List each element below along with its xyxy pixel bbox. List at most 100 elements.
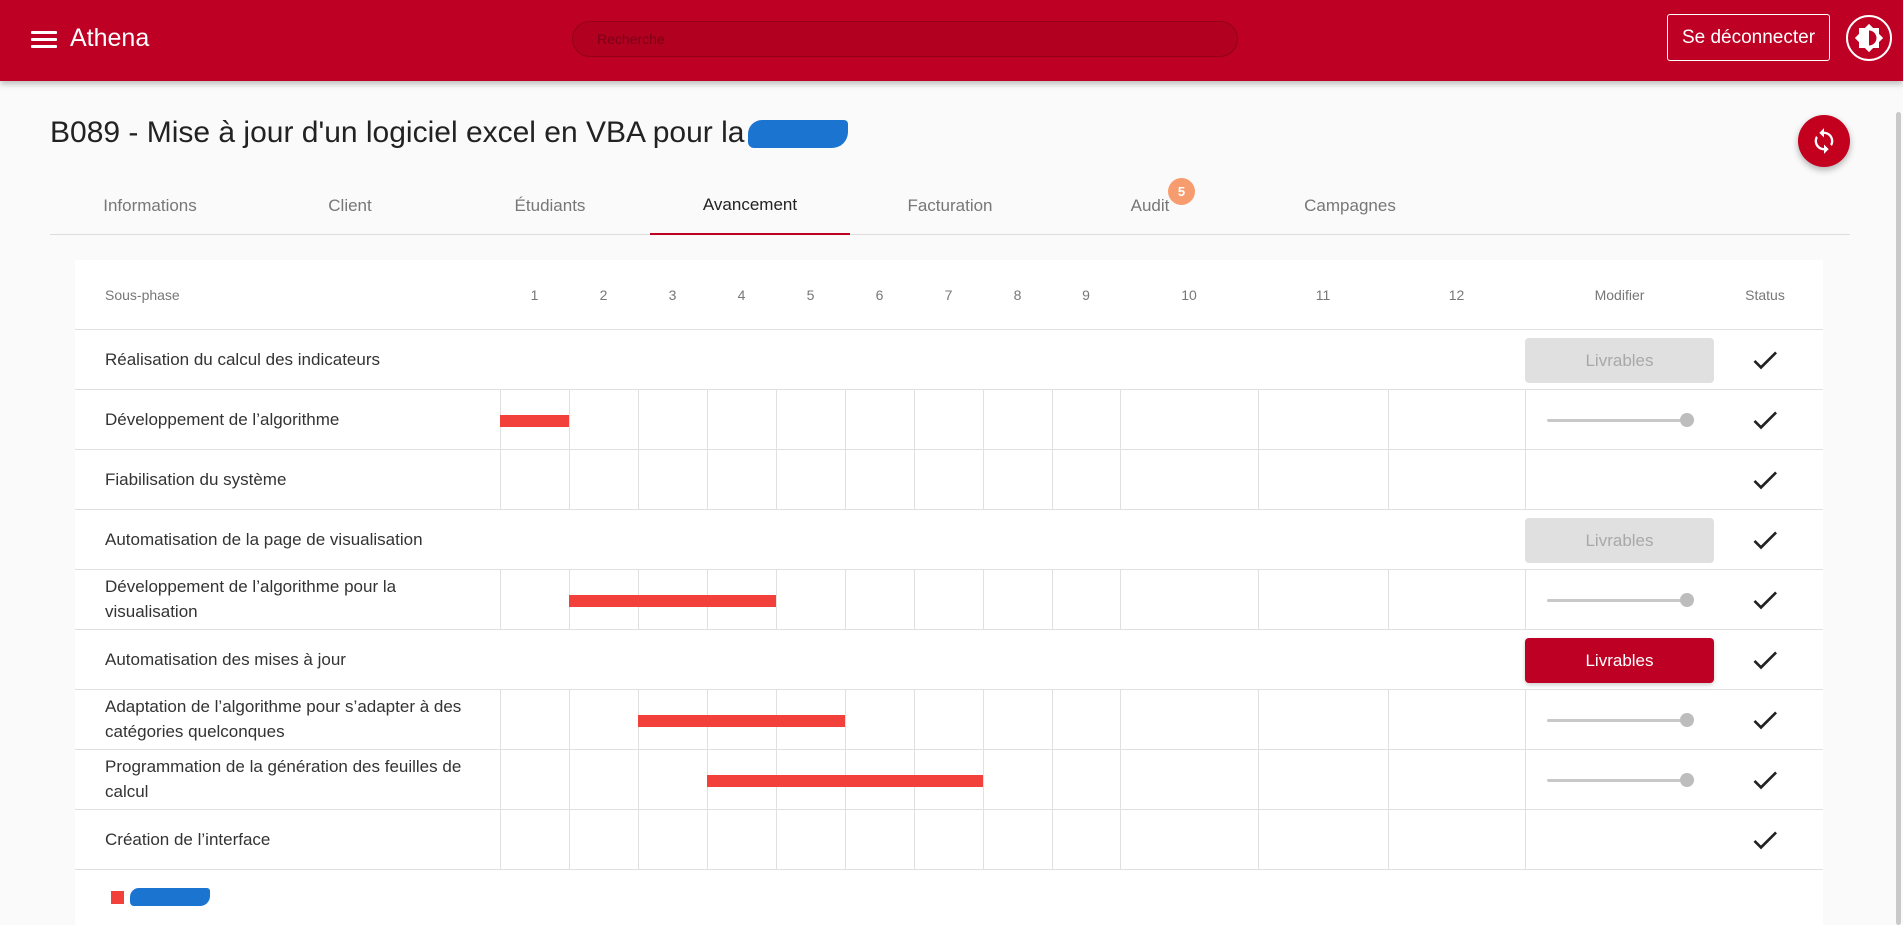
grid-cell [914,810,983,870]
grid-cell [1388,570,1525,630]
progress-slider[interactable] [1547,712,1695,728]
menu-icon[interactable] [31,28,57,50]
grid-cell [1258,450,1388,510]
grid-cell [914,390,983,450]
table-row: Développement de l’algorithme pour la vi… [75,570,1823,630]
slider-thumb[interactable] [1680,773,1694,787]
logout-button[interactable]: Se déconnecter [1667,14,1830,61]
page-title: B089 - Mise à jour d'un logiciel excel e… [50,116,849,150]
page-scrollbar[interactable] [1896,112,1901,925]
legend-swatch [111,890,124,904]
week-header-9: 9 [1082,287,1090,303]
grid-cell [983,810,1052,870]
table-row: Programmation de la génération des feuil… [75,750,1823,810]
slider-thumb[interactable] [1680,413,1694,427]
grid-cell [1052,390,1120,450]
grid-cell [1052,810,1120,870]
tab-bar: Informations Client Étudiants Avancement… [50,177,1850,235]
audit-count-badge: 5 [1168,178,1195,205]
grid-cell [500,450,569,510]
grid-cell [1120,570,1258,630]
week-header-2: 2 [599,287,608,303]
grid-cell [1388,450,1525,510]
grid-cell [914,690,983,750]
progress-slider[interactable] [1547,412,1695,428]
grid-cell [983,750,1052,810]
grid-cell [1525,810,1526,870]
check-icon [1753,651,1777,670]
tab-etudiants[interactable]: Étudiants [450,177,650,235]
row-label: Adaptation de l’algorithme pour s’adapte… [105,697,462,741]
check-icon [1753,771,1777,790]
grid-cell [983,390,1052,450]
grid-cell [569,810,638,870]
refresh-button[interactable] [1798,115,1850,167]
check-icon [1753,411,1777,430]
tab-informations[interactable]: Informations [50,177,250,235]
table-row: Fiabilisation du système [75,450,1823,510]
livrables-button[interactable]: Livrables [1525,638,1714,683]
grid-cell [707,810,776,870]
grid-cell [500,750,569,810]
tab-client[interactable]: Client [250,177,450,235]
grid-cell [1388,390,1525,450]
grid-cell [500,810,569,870]
grid-cell [707,450,776,510]
grid-cell [776,390,845,450]
grid-cell [845,810,914,870]
slider-thumb[interactable] [1680,593,1694,607]
grid-cell [569,690,638,750]
slider-track [1547,719,1687,722]
table-row: Création de l’interface [75,810,1823,870]
tab-avancement[interactable]: Avancement [650,177,850,235]
row-label: Automatisation des mises à jour [105,649,346,669]
gantt-bar [569,595,776,607]
tab-facturation[interactable]: Facturation [850,177,1050,235]
progress-table-card: Sous-phase Modifier Status 1 2 3 4 5 6 7 8 9 10 11… [75,260,1823,925]
status-header: Status [1745,287,1785,303]
table-row: Réalisation du calcul des indicateurs Liv… [75,330,1823,390]
row-label: Automatisation de la page de visualisati… [105,529,423,549]
grid-cell [1120,750,1258,810]
check-icon [1753,351,1777,370]
row-label: Réalisation du calcul des indicateurs [105,349,380,369]
progress-slider[interactable] [1547,772,1695,788]
livrables-button[interactable]: Livrables [1525,338,1714,383]
slider-track [1547,779,1687,782]
legend-label-redacted [130,888,210,906]
grid-cell [1258,750,1388,810]
grid-cell [638,390,707,450]
grid-cell [569,750,638,810]
tab-campagnes[interactable]: Campagnes [1250,177,1450,235]
grid-cell [1525,450,1526,510]
grid-cell [1525,750,1526,810]
redaction-mark [748,120,849,149]
week-header-3: 3 [668,287,677,303]
slider-thumb[interactable] [1680,713,1694,727]
search-input[interactable] [572,21,1238,57]
grid-cell [1258,570,1388,630]
row-label: Programmation de la génération des feuil… [105,757,462,801]
week-header-1: 1 [530,287,539,303]
row-label: Développement de l’algorithme [105,409,340,429]
grid-cell [845,450,914,510]
grid-cell [1120,450,1258,510]
table-row: Développement de l’algorithme [75,390,1823,450]
grid-cell [638,750,707,810]
gantt-bar [707,775,983,787]
grid-cell [914,450,983,510]
week-header-12: 12 [1448,287,1465,303]
tab-audit[interactable]: Audit [1050,177,1250,235]
grid-cell [500,690,569,750]
refresh-icon [1814,128,1834,154]
week-header-8: 8 [1013,287,1022,303]
progress-slider[interactable] [1547,592,1695,608]
grid-cell [1120,810,1258,870]
grid-cell [776,570,845,630]
grid-cell [1525,390,1526,450]
grid-cell [1052,690,1120,750]
week-header-5: 5 [806,287,815,303]
gantt-bar [638,715,845,727]
livrables-button[interactable]: Livrables [1525,518,1714,563]
brightness-icon[interactable] [1846,15,1892,61]
